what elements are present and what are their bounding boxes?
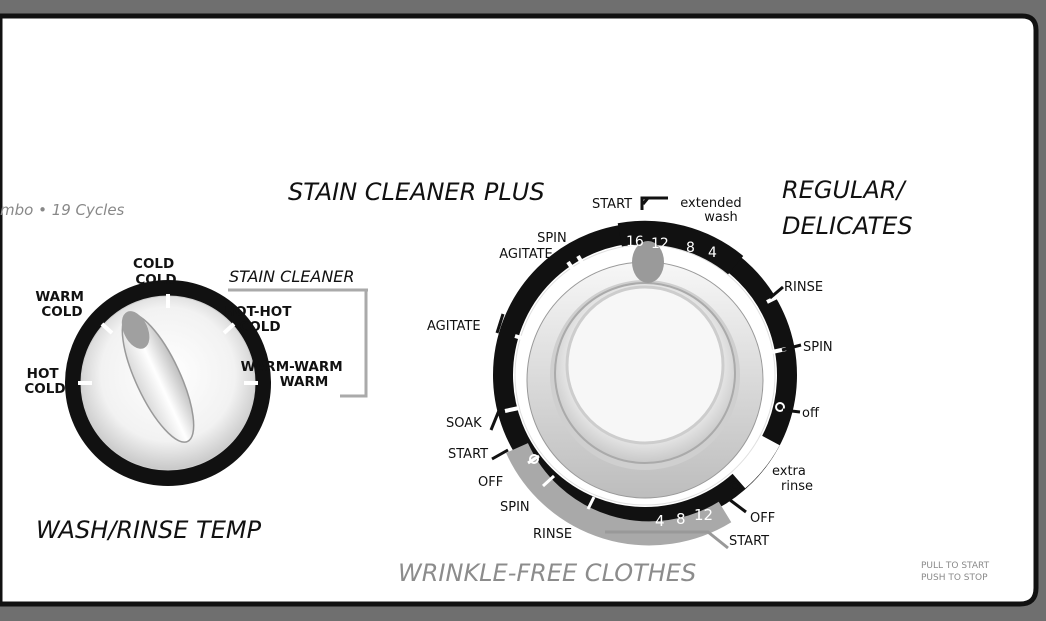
temp-setting-hot-cold: HOT COLD — [24, 366, 65, 397]
step-rinse-regular: RINSE — [784, 280, 823, 295]
step-off-upper: OFF — [750, 511, 775, 526]
step-off-regular: off — [802, 406, 820, 421]
svg-text:12: 12 — [651, 236, 669, 252]
step-off-wrinkle: OFF — [478, 475, 503, 490]
temp-setting-warm-cold: WARM COLD — [35, 289, 88, 320]
stain-cleaner-plus-title: STAIN CLEANER PLUS — [288, 178, 545, 206]
svg-text:4: 4 — [655, 512, 665, 530]
cycles-subtitle: mbo • 19 Cycles — [0, 201, 125, 219]
svg-text:4: 4 — [708, 245, 717, 261]
svg-text:12: 12 — [694, 506, 713, 524]
step-rinse-wrinkle: RINSE — [533, 527, 572, 542]
svg-text:8: 8 — [676, 510, 686, 528]
svg-text:8: 8 — [686, 240, 695, 256]
step-agitate: AGITATE — [427, 319, 481, 334]
temp-setting-cold-cold: COLD COLD — [133, 256, 179, 288]
svg-text:16: 16 — [626, 234, 644, 250]
step-start-bottom: START — [729, 534, 769, 549]
wash-rinse-temp-title: WASH/RINSE TEMP — [36, 516, 262, 544]
step-spin-regular: SPIN — [803, 340, 833, 355]
stain-cleaner-group-label: STAIN CLEANER — [229, 267, 355, 286]
cycle-selector-dial[interactable] — [493, 220, 797, 546]
top-start-label: START — [592, 197, 632, 212]
washer-control-panel: mbo • 19 Cycles HOT COLD WARM COLD COLD — [0, 0, 1046, 617]
step-spin-wrinkle: SPIN — [500, 500, 530, 515]
step-start-left: START — [448, 447, 488, 462]
wrinkle-free-title: WRINKLE-FREE CLOTHES — [398, 559, 696, 587]
step-soak: SOAK — [446, 416, 482, 431]
